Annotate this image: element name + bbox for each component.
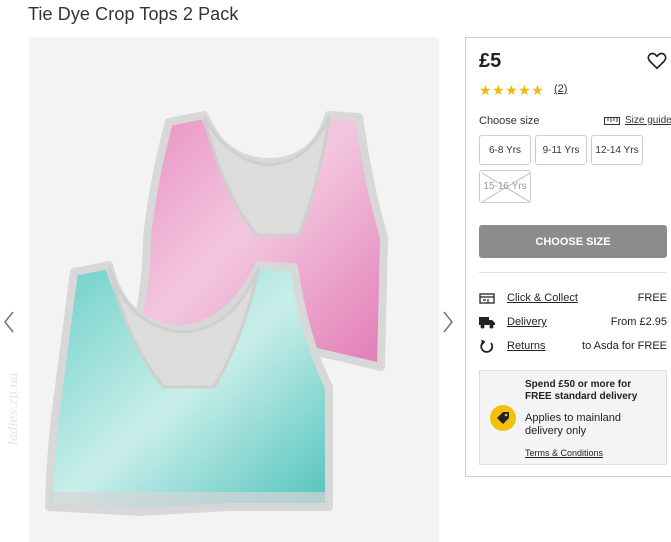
chevron-left-icon[interactable] xyxy=(2,310,16,334)
size-option-label: 12-14 Yrs xyxy=(595,144,639,156)
click-collect-value: FREE xyxy=(637,292,667,304)
delivery-value: From £2.95 xyxy=(610,316,667,328)
promo-body: Applies to mainland delivery only xyxy=(525,412,622,437)
unavailable-strike-icon xyxy=(481,172,531,203)
ruler-icon xyxy=(604,116,620,125)
terms-link[interactable]: Terms & Conditions xyxy=(525,448,603,458)
delivery-row-returns: Returns to Asda for FREE xyxy=(479,338,667,356)
size-option-label: 9-11 Yrs xyxy=(542,144,580,156)
truck-icon xyxy=(479,317,495,329)
choose-size-button[interactable]: CHOOSE SIZE xyxy=(479,225,667,258)
returns-icon xyxy=(480,339,494,353)
size-option-9-11[interactable]: 9-11 Yrs xyxy=(535,135,587,165)
size-guide-link[interactable]: Size guide xyxy=(604,115,671,126)
heart-icon[interactable] xyxy=(646,50,668,72)
size-option-6-8[interactable]: 6-8 Yrs xyxy=(479,135,531,165)
price-tag-icon xyxy=(490,405,516,431)
choose-size-label: Choose size xyxy=(479,115,540,127)
returns-link[interactable]: Returns xyxy=(507,340,546,352)
product-image xyxy=(29,37,439,542)
delivery-row-delivery: Delivery From £2.95 xyxy=(479,314,667,332)
click-collect-link[interactable]: Click & Collect xyxy=(507,292,578,304)
delivery-link[interactable]: Delivery xyxy=(507,316,547,328)
size-option-15-16-unavailable[interactable]: 15-16 Yrs xyxy=(479,170,531,203)
size-option-label: 6-8 Yrs xyxy=(488,144,522,156)
watermark: ladies.zp.ua xyxy=(6,372,20,445)
rating-stars: ★★★★★ xyxy=(479,82,545,98)
size-option-12-14[interactable]: 12-14 Yrs xyxy=(591,135,643,165)
delivery-row-click-collect: Click & Collect FREE xyxy=(479,290,667,308)
review-count-link[interactable]: (2) xyxy=(554,83,567,95)
product-panel: £5 ★★★★★ (2) Choose size Size guide 6-8 … xyxy=(465,37,671,477)
size-guide-label: Size guide xyxy=(625,115,671,126)
price: £5 xyxy=(479,50,502,72)
product-title: Tie Dye Crop Tops 2 Pack xyxy=(28,4,239,24)
store-icon xyxy=(479,293,495,304)
promo-heading: Spend £50 or more for FREE standard deli… xyxy=(525,379,638,402)
divider xyxy=(479,272,667,273)
free-delivery-promo: Spend £50 or more for FREE standard deli… xyxy=(479,370,667,465)
returns-value: to Asda for FREE xyxy=(582,340,667,352)
chevron-right-icon[interactable] xyxy=(441,310,455,334)
